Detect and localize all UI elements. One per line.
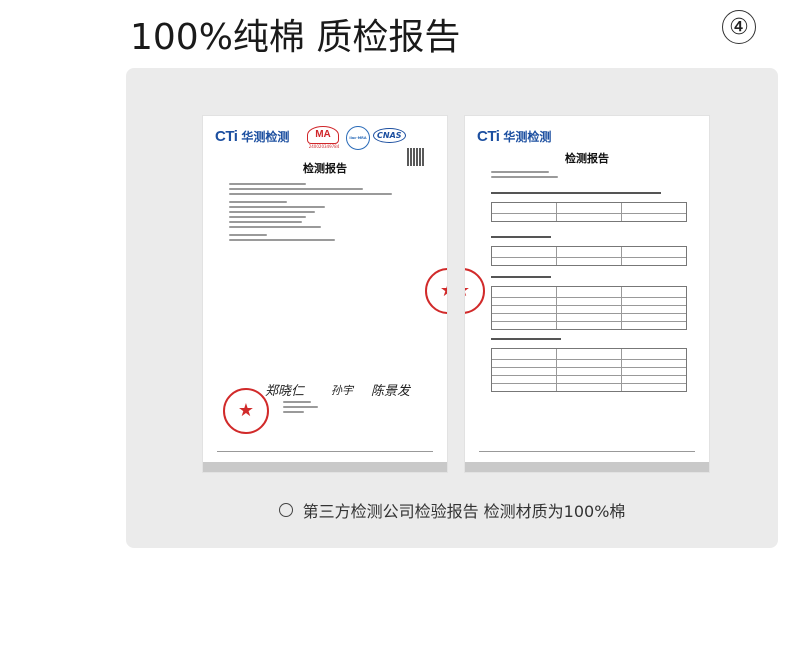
doc-title-right: 检测报告 <box>565 152 609 165</box>
table-formaldehyde <box>491 246 687 266</box>
report-page-results: CTi 华测检测 检测报告 <box>465 116 709 472</box>
report-panel: CTi 华测检测 MA 240020349784 ilac-MRA CNAS 检… <box>126 68 778 548</box>
section-colorfastness-2 <box>491 338 561 340</box>
signature-1: 郑晓仁 <box>265 384 305 399</box>
table-fiber-content <box>491 202 687 222</box>
logo-cn-text-right: 华测检测 <box>503 130 552 144</box>
report-footer-right <box>479 451 695 458</box>
cti-logo-right: CTi 华测检测 <box>477 128 551 145</box>
section-fiber <box>491 192 661 194</box>
caption-text: 第三方检测公司检验报告 检测材质为100%棉 <box>302 502 626 521</box>
page-bottom-bar <box>203 462 447 472</box>
logo-cn-text: 华测检测 <box>241 130 290 144</box>
page-bottom-bar-right <box>465 462 709 472</box>
logo-cti-text: CTi <box>215 128 238 145</box>
page-title: 100%纯棉 质检报告 <box>130 17 461 58</box>
official-seal-half-icon: ★ <box>465 268 485 314</box>
section-colorfastness-1 <box>491 276 551 278</box>
logo-cti-text-right: CTi <box>477 128 500 145</box>
caption: 第三方检测公司检验报告 检测材质为100%棉 <box>126 498 778 522</box>
signature-2: 孙宇 <box>331 384 353 397</box>
ma-mark: MA 240020349784 <box>307 126 341 150</box>
cti-logo: CTi 华测检测 <box>215 128 289 145</box>
ilac-icon: ilac-MRA <box>346 126 370 150</box>
ma-mark-text: MA <box>307 126 339 144</box>
ilac-text: ilac-MRA <box>349 136 367 140</box>
report-footer <box>217 451 433 458</box>
doc-title: 检测报告 <box>303 162 347 175</box>
section-formaldehyde <box>491 236 551 238</box>
table-colorfastness-2 <box>491 348 687 392</box>
cnas-mark: CNAS <box>373 128 406 143</box>
circle-bullet-icon <box>278 503 293 517</box>
company-seal-icon: ★ <box>223 388 269 434</box>
signature-lines <box>283 398 421 416</box>
table-colorfastness-1 <box>491 286 687 330</box>
report-page-cover: CTi 华测检测 MA 240020349784 ilac-MRA CNAS 检… <box>203 116 447 472</box>
index-badge: ④ <box>722 10 756 44</box>
official-seal-icon: ★ <box>425 268 447 314</box>
ma-number: 240020349784 <box>308 144 340 149</box>
results-header-lines <box>491 168 683 181</box>
signature-3: 陈景发 <box>371 384 411 399</box>
report-info-lines <box>229 180 421 244</box>
